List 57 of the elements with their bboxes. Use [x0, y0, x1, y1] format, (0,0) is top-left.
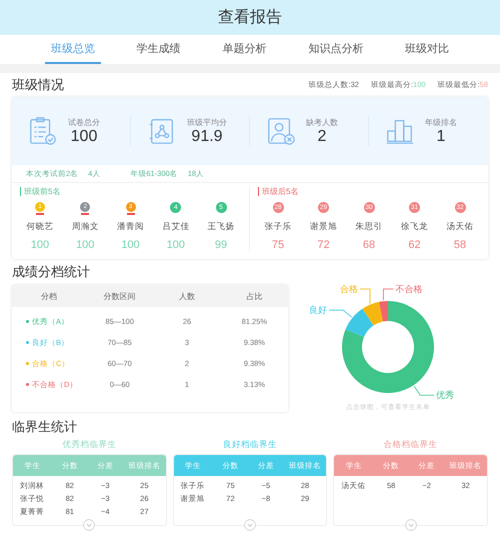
tab[interactable]: 知识点分析	[302, 35, 370, 64]
student-score: 100	[30, 239, 50, 251]
clipboard-check-icon	[28, 116, 58, 146]
stat-label: 年级排名	[425, 116, 457, 128]
expand-icon[interactable]	[83, 519, 96, 531]
column-header: 分档	[41, 290, 58, 302]
student-name: 何晓艺	[26, 221, 54, 233]
group-title: 优秀档临界生	[62, 439, 116, 451]
student-name: 王飞扬	[208, 221, 234, 233]
tab[interactable]: 单题分析	[216, 35, 272, 64]
legend-label: 良好	[309, 305, 328, 316]
stat-value: 91.9	[191, 128, 223, 146]
expand-icon[interactable]	[404, 519, 417, 531]
student-score: 62	[408, 239, 421, 251]
student-name: 谢景旭	[310, 221, 337, 233]
student-name: 周瀚文	[72, 221, 99, 233]
student-score: 72	[317, 239, 330, 251]
student-score: 58	[454, 239, 466, 251]
stat-value: 1	[436, 128, 446, 146]
student-score: 75	[272, 239, 284, 251]
stat-value: 2	[318, 128, 326, 146]
leader-line	[360, 288, 370, 304]
student-score: 100	[76, 239, 94, 251]
student-name: 潘青阅	[117, 221, 144, 233]
stat-value: 100	[70, 128, 98, 146]
leader-line	[414, 386, 435, 396]
section-title: 临界生统计	[12, 418, 78, 436]
column-header: 分数区间	[104, 290, 136, 302]
tab[interactable]: 班级对比	[399, 35, 456, 64]
stat-label: 班级平均分	[187, 116, 227, 128]
leader-line	[328, 310, 352, 318]
column-header: 占比	[246, 290, 262, 302]
stat-label: 缺考人数	[306, 116, 338, 128]
person-remove-icon	[266, 116, 296, 146]
column-header: 人数	[179, 290, 196, 302]
leader-line	[383, 288, 394, 301]
student-score: 100	[121, 239, 140, 251]
student-name: 张子乐	[264, 221, 292, 233]
group-title: 班级前5名	[20, 187, 60, 196]
student-score: 100	[166, 239, 185, 251]
legend-label: 优秀	[436, 390, 454, 400]
section-title: 班级情况	[12, 76, 64, 94]
tab[interactable]: 学生成绩	[130, 35, 187, 64]
group-title: 合格档临界生	[384, 439, 438, 451]
group-title: 班级后5名	[258, 187, 298, 196]
student-score: 68	[362, 239, 376, 251]
stat-label: 试卷总分	[68, 116, 100, 128]
page-title: 查看报告	[218, 8, 282, 28]
student-score: 99	[214, 239, 228, 251]
student-name: 徐飞龙	[401, 221, 428, 233]
donut-chart-drawing[interactable]	[342, 301, 434, 393]
group-title: 良好档临界生	[222, 439, 277, 451]
expand-icon[interactable]	[244, 519, 256, 531]
student-name: 朱思引	[356, 221, 382, 233]
section-title: 成绩分档统计	[12, 263, 91, 281]
student-name: 汤天佑	[446, 221, 474, 233]
student-name: 吕艾佳	[162, 221, 190, 233]
